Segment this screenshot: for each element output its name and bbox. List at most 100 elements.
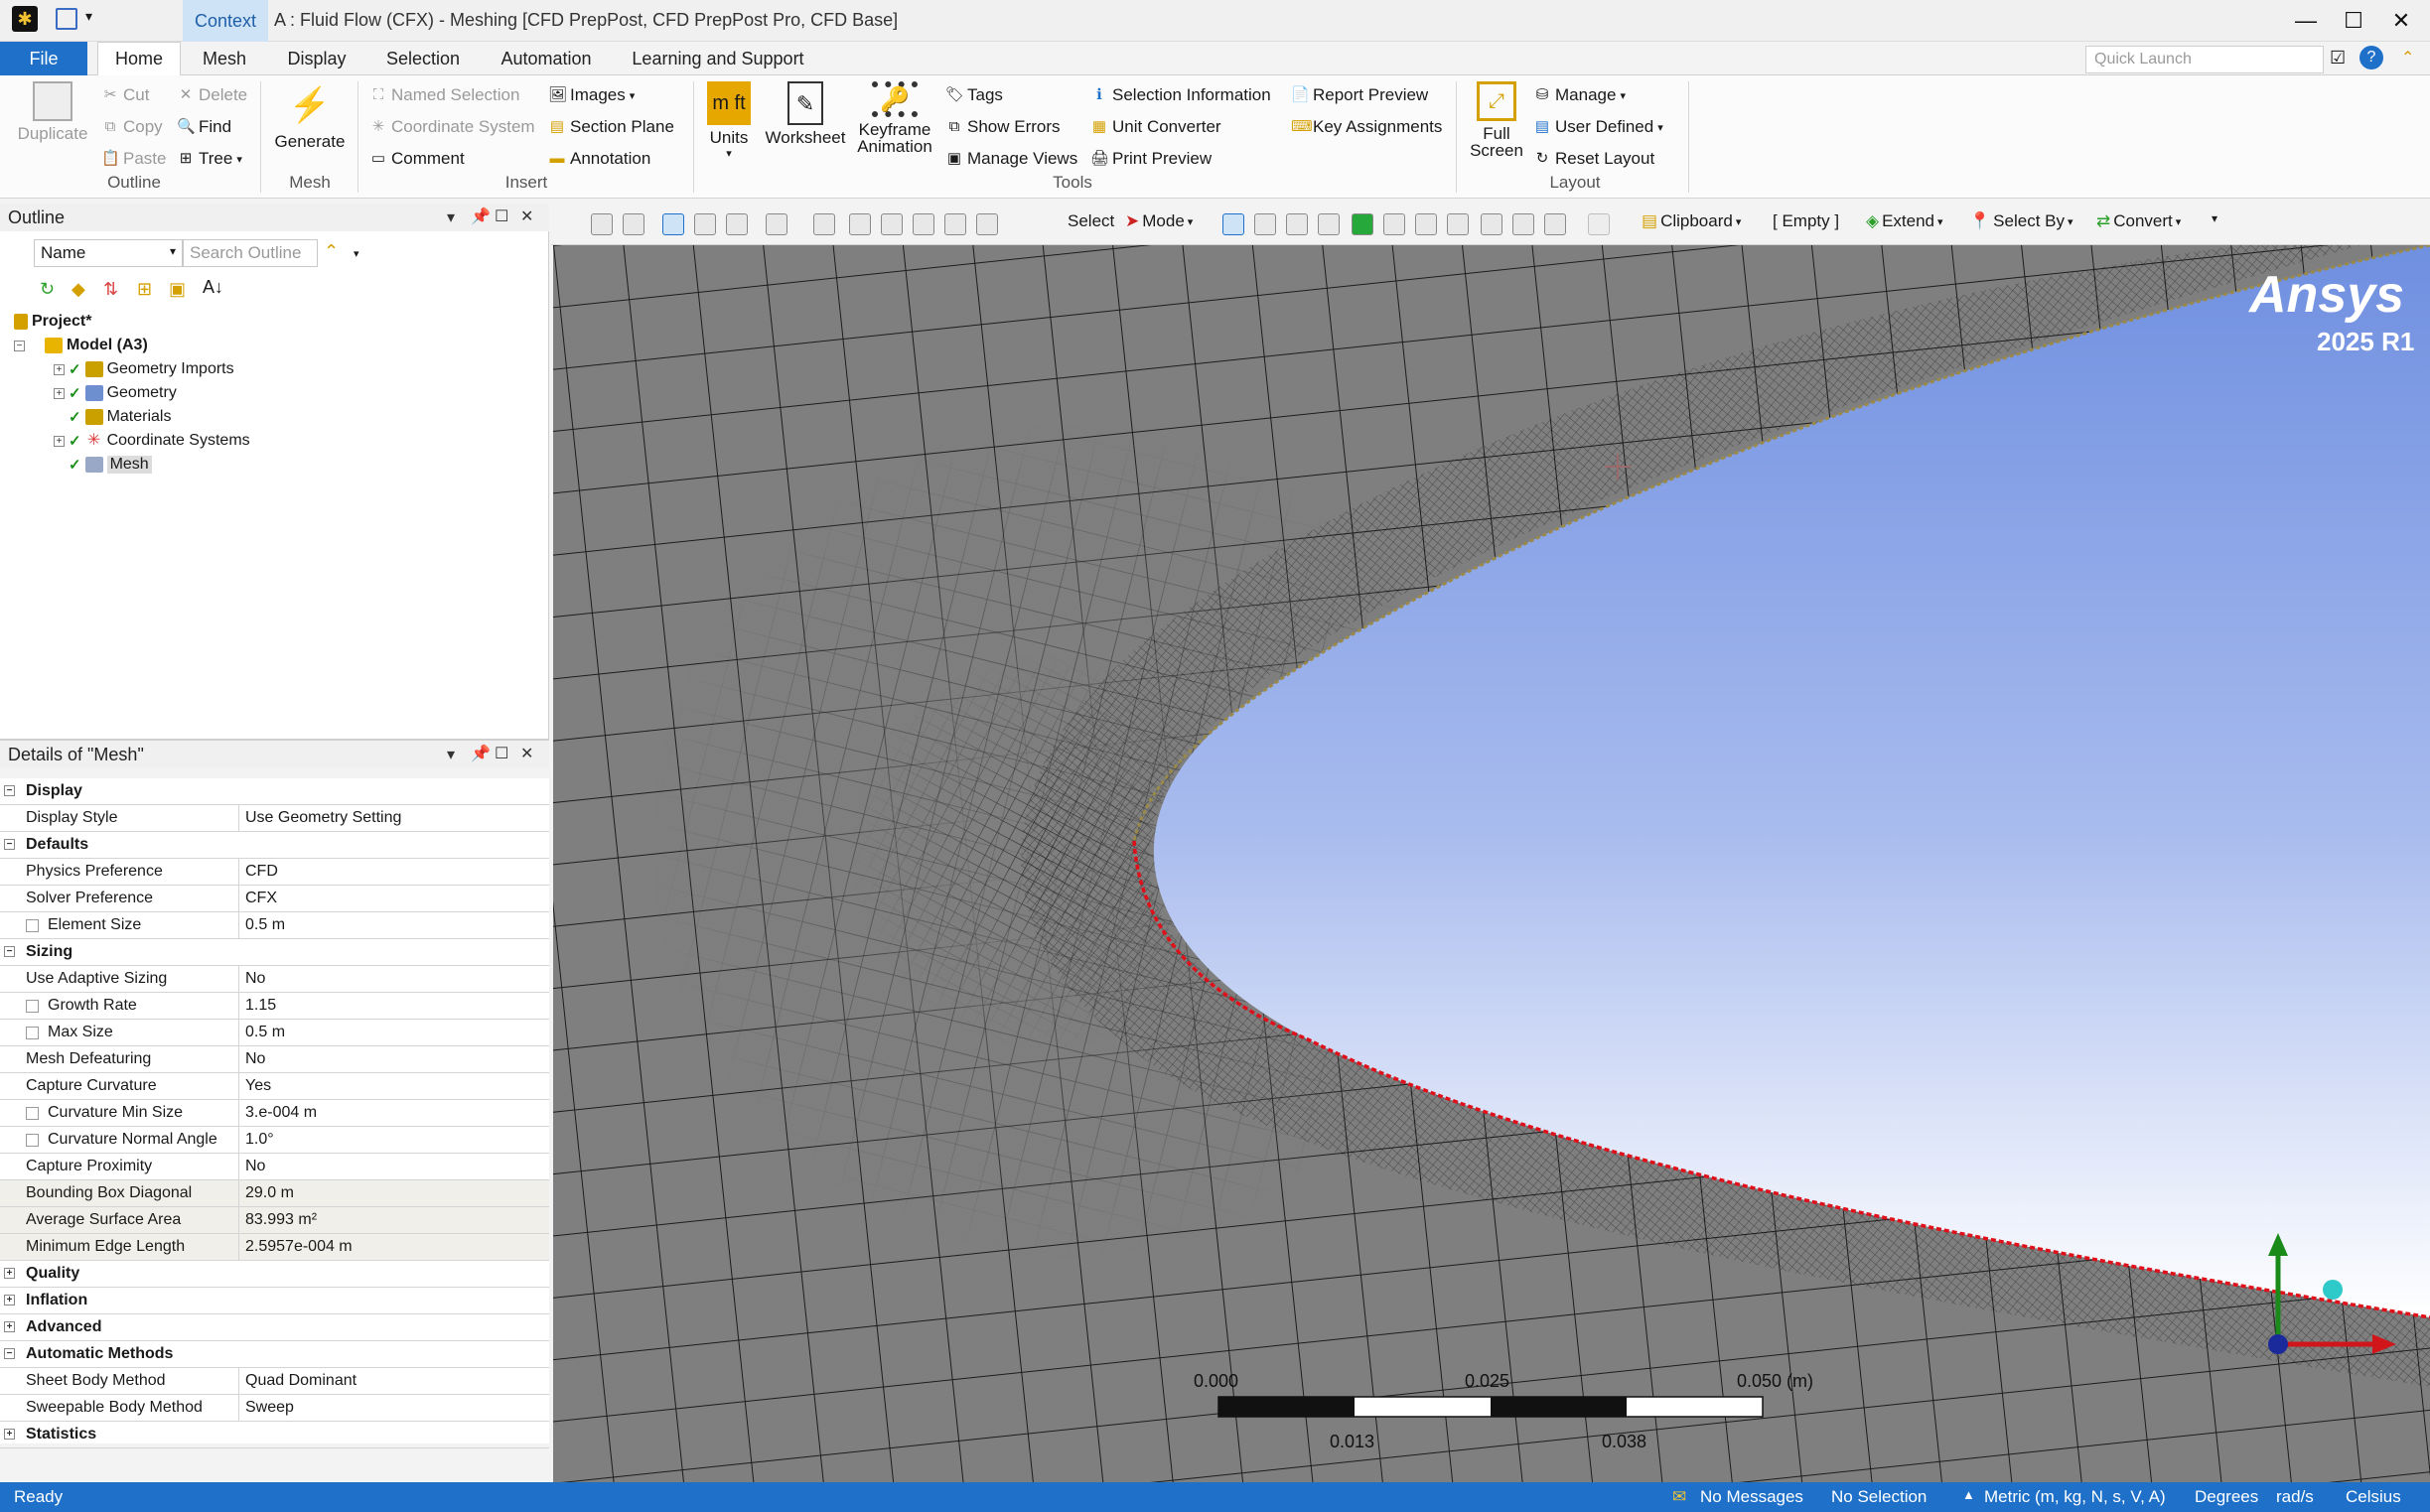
tree-node-mesh[interactable]: ✓ Mesh <box>54 456 152 474</box>
details-property-row[interactable]: Growth Rate 1.15 <box>0 993 549 1020</box>
parameter-checkbox[interactable] <box>26 1107 39 1120</box>
collapse-toggle-icon[interactable]: − <box>14 340 25 351</box>
generate-button[interactable]: ⚡ Generate <box>270 81 350 151</box>
expand-all-icon[interactable]: ⊞ <box>137 279 152 300</box>
quick-access-dropdown-icon[interactable]: ▾ <box>85 8 92 25</box>
report-preview-button[interactable]: 📄 Report Preview <box>1291 85 1428 105</box>
minimize-button[interactable]: — <box>2284 4 2328 38</box>
parameter-checkbox[interactable] <box>26 1134 39 1147</box>
section-plane-button[interactable]: ▤ Section Plane <box>548 117 674 137</box>
tab-home[interactable]: Home <box>97 42 181 75</box>
mesh-graphic[interactable]: 0.000 0.025 0.050 (m) 0.013 0.038 <box>553 245 2430 1482</box>
tab-mesh[interactable]: Mesh <box>189 42 260 75</box>
details-property-row[interactable]: Minimum Edge Length 2.5957e-004 m <box>0 1234 549 1261</box>
status-rate[interactable]: rad/s <box>2276 1487 2314 1507</box>
maximize-pane-icon[interactable]: ☐ <box>495 206 508 226</box>
pin-icon[interactable]: 📌 <box>471 206 491 226</box>
label-icon[interactable] <box>1512 213 1534 235</box>
probe-icon[interactable] <box>1544 213 1566 235</box>
property-value[interactable]: No <box>245 966 265 992</box>
parameter-checkbox[interactable] <box>26 919 39 932</box>
select-node-icon[interactable] <box>1352 213 1373 235</box>
key-assignments-button[interactable]: ⌨ Key Assignments <box>1291 117 1442 137</box>
show-vertices-icon[interactable] <box>726 213 748 235</box>
help-icon[interactable]: ? <box>2359 46 2383 69</box>
explode-icon[interactable] <box>766 213 787 235</box>
coordinate-system-button[interactable]: ✳ Coordinate System <box>369 117 535 137</box>
expand-toggle-icon[interactable]: + <box>4 1321 15 1332</box>
select-edge-icon[interactable] <box>1254 213 1276 235</box>
collapse-ribbon-icon[interactable]: ⌃ <box>2401 48 2414 68</box>
tab-selection[interactable]: Selection <box>375 42 471 75</box>
status-angle[interactable]: Degrees <box>2195 1487 2258 1507</box>
property-value[interactable]: 3.e-004 m <box>245 1100 317 1126</box>
status-temperature[interactable]: Celsius <box>2346 1487 2401 1507</box>
close-pane-icon[interactable]: ✕ <box>520 206 533 226</box>
collapse-toggle-icon[interactable]: − <box>4 785 15 796</box>
manage-views-button[interactable]: ▣ Manage Views <box>945 149 1077 169</box>
outline-dropdown-icon[interactable]: ▾ <box>447 207 455 227</box>
property-value[interactable]: 0.5 m <box>245 1020 285 1045</box>
cut-button[interactable]: ✂ Cut <box>101 85 150 105</box>
details-property-row[interactable]: Element Size 0.5 m <box>0 912 549 939</box>
select-element-face-icon[interactable] <box>1383 213 1405 235</box>
tags-button[interactable]: 🏷 Tags <box>945 85 1003 105</box>
mode-dropdown[interactable]: ➤ Mode ▾ <box>1125 211 1193 231</box>
images-button[interactable]: 🖼 Images ▾ <box>548 85 635 105</box>
property-value[interactable]: Sweep <box>245 1395 294 1421</box>
tab-display[interactable]: Display <box>276 42 357 75</box>
property-value[interactable]: No <box>245 1046 265 1072</box>
pin-icon[interactable]: 📌 <box>471 744 491 763</box>
zoom-icon[interactable] <box>881 213 903 235</box>
select-element-icon[interactable] <box>1415 213 1437 235</box>
property-value[interactable]: Quad Dominant <box>245 1368 357 1394</box>
extend-dropdown[interactable]: ◈ Extend ▾ <box>1866 211 1943 231</box>
refresh-icon[interactable]: ↻ <box>40 279 55 300</box>
full-screen-button[interactable]: ⤢ Full Screen <box>1464 81 1529 159</box>
select-vertex-icon[interactable] <box>1222 213 1244 235</box>
maximize-button[interactable]: ☐ <box>2332 4 2375 38</box>
show-errors-button[interactable]: ⧉ Show Errors <box>945 117 1061 137</box>
graphics-viewport[interactable]: 0.000 0.025 0.050 (m) 0.013 0.038 Ansys … <box>553 245 2430 1482</box>
select-mesh-icon[interactable] <box>1447 213 1469 235</box>
select-body-icon[interactable] <box>1318 213 1340 235</box>
details-section[interactable]: + Inflation <box>0 1288 549 1314</box>
convert-dropdown[interactable]: ⇄ Convert ▾ <box>2096 211 2181 231</box>
status-messages[interactable]: No Messages <box>1700 1487 1803 1507</box>
details-property-row[interactable]: Bounding Box Diagonal 29.0 m <box>0 1180 549 1207</box>
collapse-toggle-icon[interactable]: − <box>4 946 15 957</box>
details-property-row[interactable]: Curvature Normal Angle 1.0° <box>0 1127 549 1154</box>
expand-toggle-icon[interactable]: + <box>54 435 65 447</box>
tab-learning-and-support[interactable]: Learning and Support <box>624 42 812 75</box>
details-property-row[interactable]: Average Surface Area 83.993 m² <box>0 1207 549 1234</box>
search-dropdown-icon[interactable]: ▾ <box>354 247 359 260</box>
reset-layout-button[interactable]: ↻ Reset Layout <box>1533 149 1654 169</box>
zoom-to-fit-icon[interactable] <box>944 213 966 235</box>
box-zoom-icon[interactable] <box>913 213 934 235</box>
selection-information-button[interactable]: ℹ Selection Information <box>1090 85 1271 105</box>
property-value[interactable]: 1.15 <box>245 993 276 1019</box>
comment-button[interactable]: ▭ Comment <box>369 149 465 169</box>
details-property-row[interactable]: Capture Proximity No <box>0 1154 549 1180</box>
details-property-row[interactable]: Max Size 0.5 m <box>0 1020 549 1046</box>
details-property-row[interactable]: Solver Preference CFX <box>0 886 549 912</box>
feedback-icon[interactable]: ☑ <box>2330 48 2346 69</box>
named-selection-button[interactable]: ⛶ Named Selection <box>369 85 520 105</box>
save-icon[interactable] <box>56 8 77 30</box>
zoom-out-icon[interactable] <box>623 213 644 235</box>
worksheet-button[interactable]: ✎ Worksheet <box>761 81 850 146</box>
context-tab[interactable]: Context <box>183 0 268 42</box>
tree-node-geometry[interactable]: + ✓ Geometry <box>54 384 177 402</box>
name-filter-select[interactable]: Name ▾ <box>34 239 183 267</box>
details-property-row[interactable]: Sweepable Body Method Sweep <box>0 1395 549 1422</box>
parameter-checkbox[interactable] <box>26 1027 39 1039</box>
property-value[interactable]: 0.5 m <box>245 912 285 938</box>
select-button[interactable]: Select <box>1068 211 1114 231</box>
clipboard-dropdown[interactable]: ▤ Clipboard ▾ <box>1642 211 1741 231</box>
graph-icon[interactable] <box>1588 213 1610 235</box>
select-face-icon[interactable] <box>1286 213 1308 235</box>
details-property-row[interactable]: Capture Curvature Yes <box>0 1073 549 1100</box>
toolbar-overflow-icon[interactable]: ▾ <box>2212 211 2217 225</box>
copy-button[interactable]: ⧉ Copy <box>101 117 163 137</box>
property-value[interactable]: CFD <box>245 859 278 885</box>
